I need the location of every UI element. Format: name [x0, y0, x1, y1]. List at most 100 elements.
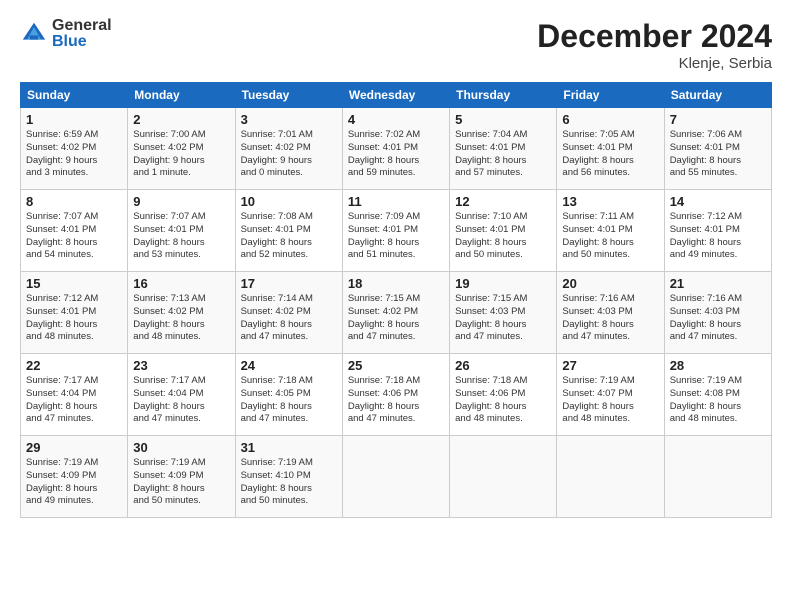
header-cell-saturday: Saturday [664, 83, 771, 108]
day-number: 14 [670, 194, 766, 209]
day-info: Sunrise: 7:19 AM Sunset: 4:08 PM Dayligh… [670, 375, 766, 426]
day-info: Sunrise: 7:15 AM Sunset: 4:02 PM Dayligh… [348, 293, 444, 344]
day-number: 7 [670, 112, 766, 127]
header-cell-monday: Monday [128, 83, 235, 108]
day-number: 2 [133, 112, 229, 127]
day-info: Sunrise: 7:05 AM Sunset: 4:01 PM Dayligh… [562, 129, 658, 180]
day-number: 31 [241, 440, 337, 455]
day-cell: 12 Sunrise: 7:10 AM Sunset: 4:01 PM Dayli… [450, 190, 557, 272]
header-row: SundayMondayTuesdayWednesdayThursdayFrid… [21, 83, 772, 108]
header-cell-thursday: Thursday [450, 83, 557, 108]
day-cell: 18 Sunrise: 7:15 AM Sunset: 4:02 PM Dayli… [342, 272, 449, 354]
day-number: 12 [455, 194, 551, 209]
day-cell: 26Sunrise: 7:18 AM Sunset: 4:06 PM Dayli… [450, 354, 557, 436]
calendar-page: General Blue December 2024 Klenje, Serbi… [0, 0, 792, 528]
day-cell: 31 Sunrise: 7:19 AM Sunset: 4:10 PM Dayli… [235, 436, 342, 518]
day-number: 16 [133, 276, 229, 291]
day-cell: 30 Sunrise: 7:19 AM Sunset: 4:09 PM Dayli… [128, 436, 235, 518]
day-number: 1 [26, 112, 122, 127]
day-info: Sunrise: 7:13 AM Sunset: 4:02 PM Dayligh… [133, 293, 229, 344]
day-cell [450, 436, 557, 518]
day-cell: 4 Sunrise: 7:02 AM Sunset: 4:01 PM Daylig… [342, 108, 449, 190]
day-info: Sunrise: 7:17 AM Sunset: 4:04 PM Dayligh… [26, 375, 122, 426]
day-cell: 2 Sunrise: 7:00 AM Sunset: 4:02 PM Daylig… [128, 108, 235, 190]
day-info: Sunrise: 7:06 AM Sunset: 4:01 PM Dayligh… [670, 129, 766, 180]
week-row-5: 29 Sunrise: 7:19 AM Sunset: 4:09 PM Dayli… [21, 436, 772, 518]
header-cell-wednesday: Wednesday [342, 83, 449, 108]
day-cell: 19 Sunrise: 7:15 AM Sunset: 4:03 PM Dayli… [450, 272, 557, 354]
day-number: 22 [26, 358, 122, 373]
day-number: 21 [670, 276, 766, 291]
logo-icon [20, 20, 48, 48]
day-number: 23 [133, 358, 229, 373]
day-info: Sunrise: 7:16 AM Sunset: 4:03 PM Dayligh… [670, 293, 766, 344]
day-number: 6 [562, 112, 658, 127]
day-number: 17 [241, 276, 337, 291]
day-info: Sunrise: 7:18 AM Sunset: 4:06 PM Dayligh… [455, 375, 551, 426]
day-info: Sunrise: 7:15 AM Sunset: 4:03 PM Dayligh… [455, 293, 551, 344]
header-cell-friday: Friday [557, 83, 664, 108]
day-number: 30 [133, 440, 229, 455]
day-number: 11 [348, 194, 444, 209]
day-info: Sunrise: 7:01 AM Sunset: 4:02 PM Dayligh… [241, 129, 337, 180]
day-cell: 5 Sunrise: 7:04 AM Sunset: 4:01 PM Daylig… [450, 108, 557, 190]
day-number: 29 [26, 440, 122, 455]
day-number: 9 [133, 194, 229, 209]
day-info: Sunrise: 7:19 AM Sunset: 4:09 PM Dayligh… [26, 457, 122, 508]
day-number: 18 [348, 276, 444, 291]
day-info: Sunrise: 7:11 AM Sunset: 4:01 PM Dayligh… [562, 211, 658, 262]
day-cell: 21 Sunrise: 7:16 AM Sunset: 4:03 PM Dayli… [664, 272, 771, 354]
day-info: Sunrise: 7:18 AM Sunset: 4:05 PM Dayligh… [241, 375, 337, 426]
header-cell-sunday: Sunday [21, 83, 128, 108]
day-cell: 28Sunrise: 7:19 AM Sunset: 4:08 PM Dayli… [664, 354, 771, 436]
day-cell: 16 Sunrise: 7:13 AM Sunset: 4:02 PM Dayli… [128, 272, 235, 354]
day-cell: 6 Sunrise: 7:05 AM Sunset: 4:01 PM Daylig… [557, 108, 664, 190]
day-number: 5 [455, 112, 551, 127]
day-cell: 8Sunrise: 7:07 AM Sunset: 4:01 PM Daylig… [21, 190, 128, 272]
day-cell: 10 Sunrise: 7:08 AM Sunset: 4:01 PM Dayli… [235, 190, 342, 272]
day-info: Sunrise: 7:10 AM Sunset: 4:01 PM Dayligh… [455, 211, 551, 262]
logo-general-text: General [52, 18, 112, 34]
day-info: Sunrise: 7:14 AM Sunset: 4:02 PM Dayligh… [241, 293, 337, 344]
day-info: Sunrise: 7:12 AM Sunset: 4:01 PM Dayligh… [670, 211, 766, 262]
day-cell: 17 Sunrise: 7:14 AM Sunset: 4:02 PM Dayli… [235, 272, 342, 354]
day-info: Sunrise: 7:04 AM Sunset: 4:01 PM Dayligh… [455, 129, 551, 180]
day-info: Sunrise: 7:19 AM Sunset: 4:09 PM Dayligh… [133, 457, 229, 508]
logo-text: General Blue [52, 18, 112, 50]
week-row-4: 22 Sunrise: 7:17 AM Sunset: 4:04 PM Dayli… [21, 354, 772, 436]
day-info: Sunrise: 7:02 AM Sunset: 4:01 PM Dayligh… [348, 129, 444, 180]
day-cell: 15 Sunrise: 7:12 AM Sunset: 4:01 PM Dayli… [21, 272, 128, 354]
day-info: Sunrise: 7:07 AM Sunset: 4:01 PM Dayligh… [133, 211, 229, 262]
title-block: December 2024 Klenje, Serbia [537, 18, 772, 72]
day-info: Sunrise: 7:17 AM Sunset: 4:04 PM Dayligh… [133, 375, 229, 426]
day-cell: 9 Sunrise: 7:07 AM Sunset: 4:01 PM Daylig… [128, 190, 235, 272]
day-number: 15 [26, 276, 122, 291]
day-info: Sunrise: 7:00 AM Sunset: 4:02 PM Dayligh… [133, 129, 229, 180]
day-cell [342, 436, 449, 518]
day-cell: 14 Sunrise: 7:12 AM Sunset: 4:01 PM Dayli… [664, 190, 771, 272]
logo-blue-text: Blue [52, 34, 112, 50]
day-cell: 3 Sunrise: 7:01 AM Sunset: 4:02 PM Daylig… [235, 108, 342, 190]
day-number: 3 [241, 112, 337, 127]
day-cell: 11Sunrise: 7:09 AM Sunset: 4:01 PM Dayli… [342, 190, 449, 272]
day-cell: 23 Sunrise: 7:17 AM Sunset: 4:04 PM Dayli… [128, 354, 235, 436]
location-text: Klenje, Serbia [537, 55, 772, 72]
day-info: Sunrise: 6:59 AM Sunset: 4:02 PM Dayligh… [26, 129, 122, 180]
day-cell: 13 Sunrise: 7:11 AM Sunset: 4:01 PM Dayli… [557, 190, 664, 272]
day-number: 24 [241, 358, 337, 373]
day-info: Sunrise: 7:12 AM Sunset: 4:01 PM Dayligh… [26, 293, 122, 344]
day-number: 10 [241, 194, 337, 209]
day-cell: 1 Sunrise: 6:59 AM Sunset: 4:02 PM Daylig… [21, 108, 128, 190]
day-cell: 24 Sunrise: 7:18 AM Sunset: 4:05 PM Dayli… [235, 354, 342, 436]
day-cell: 25Sunrise: 7:18 AM Sunset: 4:06 PM Dayli… [342, 354, 449, 436]
day-number: 27 [562, 358, 658, 373]
day-number: 4 [348, 112, 444, 127]
day-number: 20 [562, 276, 658, 291]
day-info: Sunrise: 7:18 AM Sunset: 4:06 PM Dayligh… [348, 375, 444, 426]
day-info: Sunrise: 7:19 AM Sunset: 4:10 PM Dayligh… [241, 457, 337, 508]
week-row-3: 15 Sunrise: 7:12 AM Sunset: 4:01 PM Dayli… [21, 272, 772, 354]
day-cell: 29 Sunrise: 7:19 AM Sunset: 4:09 PM Dayli… [21, 436, 128, 518]
day-number: 13 [562, 194, 658, 209]
day-number: 19 [455, 276, 551, 291]
day-info: Sunrise: 7:08 AM Sunset: 4:01 PM Dayligh… [241, 211, 337, 262]
